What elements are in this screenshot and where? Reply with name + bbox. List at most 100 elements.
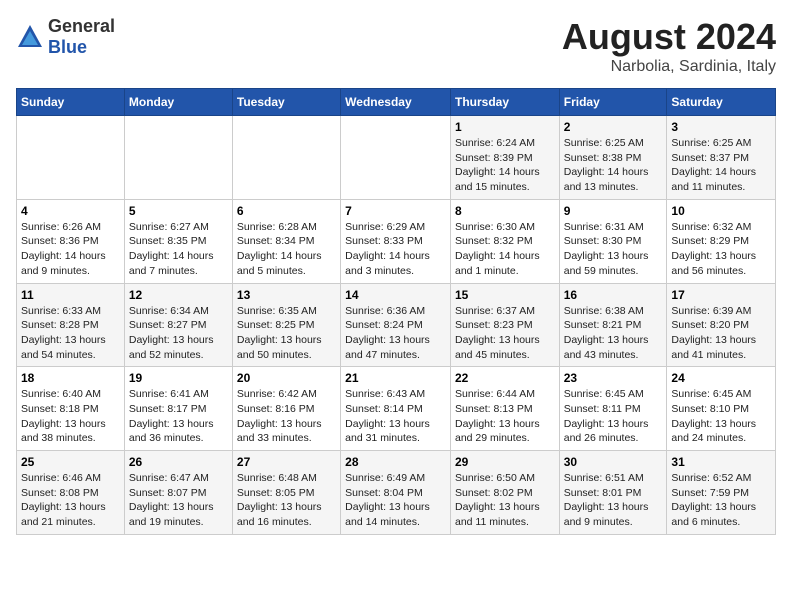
day-number: 1: [455, 120, 555, 134]
weekday-header-row: SundayMondayTuesdayWednesdayThursdayFrid…: [17, 89, 776, 116]
calendar-cell: 17 Sunrise: 6:39 AMSunset: 8:20 PMDayligh…: [667, 283, 776, 367]
calendar-cell: [232, 116, 340, 200]
day-number: 11: [21, 288, 120, 302]
day-number: 18: [21, 371, 120, 385]
day-info: Sunrise: 6:48 AMSunset: 8:05 PMDaylight:…: [237, 471, 336, 530]
day-number: 22: [455, 371, 555, 385]
logo-icon: [16, 23, 44, 51]
calendar-cell: 24 Sunrise: 6:45 AMSunset: 8:10 PMDayligh…: [667, 367, 776, 451]
calendar-cell: [341, 116, 451, 200]
day-info: Sunrise: 6:45 AMSunset: 8:10 PMDaylight:…: [671, 387, 771, 446]
calendar-cell: 12 Sunrise: 6:34 AMSunset: 8:27 PMDayligh…: [124, 283, 232, 367]
title-block: August 2024 Narbolia, Sardinia, Italy: [562, 16, 776, 76]
day-info: Sunrise: 6:52 AMSunset: 7:59 PMDaylight:…: [671, 471, 771, 530]
weekday-header: Thursday: [450, 89, 559, 116]
weekday-header: Wednesday: [341, 89, 451, 116]
day-info: Sunrise: 6:29 AMSunset: 8:33 PMDaylight:…: [345, 220, 446, 279]
day-info: Sunrise: 6:30 AMSunset: 8:32 PMDaylight:…: [455, 220, 555, 279]
day-number: 17: [671, 288, 771, 302]
calendar-cell: 18Sunrise: 6:40 AMSunset: 8:18 PMDayligh…: [17, 367, 125, 451]
logo-general: General: [48, 16, 115, 36]
day-info: Sunrise: 6:25 AMSunset: 8:38 PMDaylight:…: [564, 136, 663, 195]
calendar-week-row: 1 Sunrise: 6:24 AMSunset: 8:39 PMDaylight…: [17, 116, 776, 200]
day-number: 16: [564, 288, 663, 302]
day-number: 3: [671, 120, 771, 134]
calendar-cell: 22Sunrise: 6:44 AMSunset: 8:13 PMDayligh…: [450, 367, 559, 451]
day-number: 6: [237, 204, 336, 218]
day-info: Sunrise: 6:47 AMSunset: 8:07 PMDaylight:…: [129, 471, 228, 530]
day-number: 7: [345, 204, 446, 218]
day-info: Sunrise: 6:35 AMSunset: 8:25 PMDaylight:…: [237, 304, 336, 363]
calendar-cell: 9Sunrise: 6:31 AMSunset: 8:30 PMDaylight…: [559, 199, 667, 283]
day-number: 25: [21, 455, 120, 469]
day-info: Sunrise: 6:33 AMSunset: 8:28 PMDaylight:…: [21, 304, 120, 363]
calendar-cell: 29 Sunrise: 6:50 AMSunset: 8:02 PMDayligh…: [450, 451, 559, 535]
day-info: Sunrise: 6:43 AMSunset: 8:14 PMDaylight:…: [345, 387, 446, 446]
day-info: Sunrise: 6:25 AMSunset: 8:37 PMDaylight:…: [671, 136, 771, 195]
day-number: 21: [345, 371, 446, 385]
logo-blue: Blue: [48, 37, 87, 57]
calendar-title: August 2024: [562, 16, 776, 58]
day-info: Sunrise: 6:41 AMSunset: 8:17 PMDaylight:…: [129, 387, 228, 446]
calendar-cell: 20Sunrise: 6:42 AMSunset: 8:16 PMDayligh…: [232, 367, 340, 451]
calendar-week-row: 11 Sunrise: 6:33 AMSunset: 8:28 PMDayligh…: [17, 283, 776, 367]
calendar-cell: 23 Sunrise: 6:45 AMSunset: 8:11 PMDayligh…: [559, 367, 667, 451]
day-number: 5: [129, 204, 228, 218]
day-info: Sunrise: 6:28 AMSunset: 8:34 PMDaylight:…: [237, 220, 336, 279]
calendar-cell: [17, 116, 125, 200]
calendar-cell: 5 Sunrise: 6:27 AMSunset: 8:35 PMDaylight…: [124, 199, 232, 283]
weekday-header: Sunday: [17, 89, 125, 116]
day-number: 27: [237, 455, 336, 469]
day-number: 9: [564, 204, 663, 218]
day-number: 24: [671, 371, 771, 385]
day-number: 29: [455, 455, 555, 469]
day-number: 4: [21, 204, 120, 218]
day-number: 19: [129, 371, 228, 385]
calendar-cell: 8 Sunrise: 6:30 AMSunset: 8:32 PMDaylight…: [450, 199, 559, 283]
day-info: Sunrise: 6:39 AMSunset: 8:20 PMDaylight:…: [671, 304, 771, 363]
day-info: Sunrise: 6:24 AMSunset: 8:39 PMDaylight:…: [455, 136, 555, 195]
day-info: Sunrise: 6:51 AMSunset: 8:01 PMDaylight:…: [564, 471, 663, 530]
weekday-header: Monday: [124, 89, 232, 116]
weekday-header: Friday: [559, 89, 667, 116]
weekday-header: Tuesday: [232, 89, 340, 116]
day-number: 26: [129, 455, 228, 469]
day-number: 28: [345, 455, 446, 469]
day-info: Sunrise: 6:38 AMSunset: 8:21 PMDaylight:…: [564, 304, 663, 363]
day-info: Sunrise: 6:50 AMSunset: 8:02 PMDaylight:…: [455, 471, 555, 530]
day-info: Sunrise: 6:34 AMSunset: 8:27 PMDaylight:…: [129, 304, 228, 363]
calendar-week-row: 18Sunrise: 6:40 AMSunset: 8:18 PMDayligh…: [17, 367, 776, 451]
calendar-cell: 14Sunrise: 6:36 AMSunset: 8:24 PMDayligh…: [341, 283, 451, 367]
day-info: Sunrise: 6:46 AMSunset: 8:08 PMDaylight:…: [21, 471, 120, 530]
day-number: 12: [129, 288, 228, 302]
day-number: 23: [564, 371, 663, 385]
calendar-cell: 3 Sunrise: 6:25 AMSunset: 8:37 PMDaylight…: [667, 116, 776, 200]
calendar-table: SundayMondayTuesdayWednesdayThursdayFrid…: [16, 88, 776, 535]
day-info: Sunrise: 6:27 AMSunset: 8:35 PMDaylight:…: [129, 220, 228, 279]
weekday-header: Saturday: [667, 89, 776, 116]
day-number: 30: [564, 455, 663, 469]
day-info: Sunrise: 6:45 AMSunset: 8:11 PMDaylight:…: [564, 387, 663, 446]
calendar-cell: 25 Sunrise: 6:46 AMSunset: 8:08 PMDayligh…: [17, 451, 125, 535]
calendar-cell: 27 Sunrise: 6:48 AMSunset: 8:05 PMDayligh…: [232, 451, 340, 535]
calendar-subtitle: Narbolia, Sardinia, Italy: [562, 58, 776, 76]
calendar-cell: 31 Sunrise: 6:52 AMSunset: 7:59 PMDayligh…: [667, 451, 776, 535]
day-number: 8: [455, 204, 555, 218]
calendar-cell: 21 Sunrise: 6:43 AMSunset: 8:14 PMDayligh…: [341, 367, 451, 451]
calendar-week-row: 25 Sunrise: 6:46 AMSunset: 8:08 PMDayligh…: [17, 451, 776, 535]
calendar-cell: 30 Sunrise: 6:51 AMSunset: 8:01 PMDayligh…: [559, 451, 667, 535]
calendar-cell: 6 Sunrise: 6:28 AMSunset: 8:34 PMDaylight…: [232, 199, 340, 283]
day-number: 31: [671, 455, 771, 469]
calendar-cell: 13Sunrise: 6:35 AMSunset: 8:25 PMDayligh…: [232, 283, 340, 367]
calendar-cell: 11 Sunrise: 6:33 AMSunset: 8:28 PMDayligh…: [17, 283, 125, 367]
header: General Blue August 2024 Narbolia, Sardi…: [16, 16, 776, 76]
calendar-cell: 19 Sunrise: 6:41 AMSunset: 8:17 PMDayligh…: [124, 367, 232, 451]
calendar-cell: 16 Sunrise: 6:38 AMSunset: 8:21 PMDayligh…: [559, 283, 667, 367]
calendar-cell: 7 Sunrise: 6:29 AMSunset: 8:33 PMDaylight…: [341, 199, 451, 283]
calendar-cell: 2Sunrise: 6:25 AMSunset: 8:38 PMDaylight…: [559, 116, 667, 200]
day-info: Sunrise: 6:42 AMSunset: 8:16 PMDaylight:…: [237, 387, 336, 446]
calendar-cell: 28Sunrise: 6:49 AMSunset: 8:04 PMDayligh…: [341, 451, 451, 535]
calendar-week-row: 4Sunrise: 6:26 AMSunset: 8:36 PMDaylight…: [17, 199, 776, 283]
calendar-cell: 15Sunrise: 6:37 AMSunset: 8:23 PMDayligh…: [450, 283, 559, 367]
day-number: 10: [671, 204, 771, 218]
